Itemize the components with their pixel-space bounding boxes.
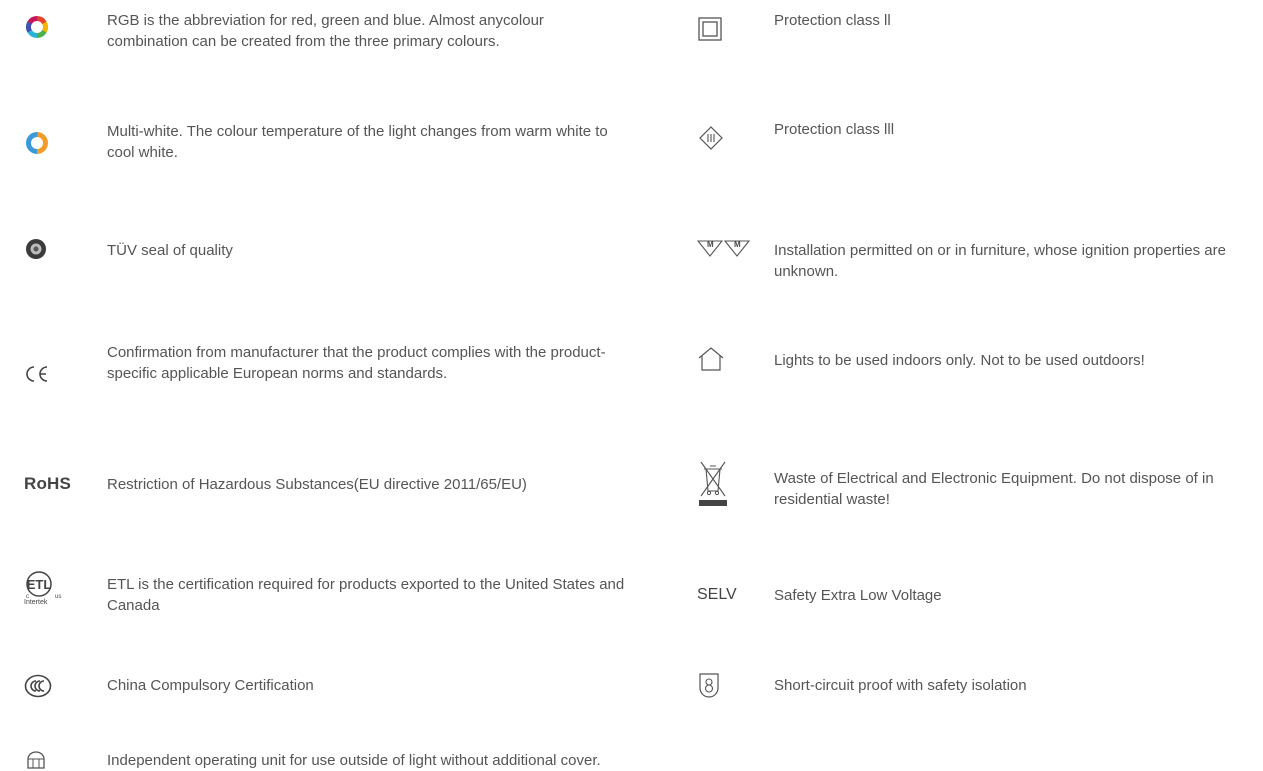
short-circuit-proof-icon [697, 671, 721, 699]
protection-class-3-icon [697, 124, 725, 152]
rgb-description: RGB is the abbreviation for red, green a… [107, 12, 544, 50]
operating-unit-description: Independent operating unit for use outsi… [107, 752, 601, 769]
protection-class-2-description: Protection class ll [774, 12, 891, 29]
weee-description: Waste of Electrical and Electronic Equip… [774, 470, 1214, 508]
etl-mark-icon: ETL us c Intertek [24, 570, 70, 610]
house-indoor-icon [697, 346, 725, 372]
weee-bin-icon [697, 458, 729, 508]
selv-description: Safety Extra Low Voltage [774, 587, 942, 604]
rohs-mark: RoHS [24, 474, 72, 493]
rgb-icon [24, 14, 50, 40]
indoor-description: Lights to be used indoors only. Not to b… [774, 352, 1145, 369]
operating-unit-icon [25, 750, 47, 770]
multi-white-description: Multi-white. The colour temperature of t… [107, 123, 608, 161]
etl-description: ETL is the certification required for pr… [107, 576, 625, 614]
ccc-description: China Compulsory Certification [107, 677, 314, 694]
ce-description: Confirmation from manufacturer that the … [107, 344, 606, 382]
protection-class-2-icon [697, 16, 723, 42]
ccc-mark-icon [24, 672, 52, 700]
selv-mark: SELV [697, 586, 737, 603]
etl-mark-sub: Intertek [24, 599, 48, 606]
furniture-mark-letter-2: M [734, 240, 741, 249]
short-circuit-description: Short-circuit proof with safety isolatio… [774, 677, 1027, 694]
ce-mark-icon [22, 363, 50, 385]
tuv-description: TÜV seal of quality [107, 242, 233, 259]
rohs-description: Restriction of Hazardous Substances(EU d… [107, 476, 527, 493]
furniture-mark-icon: M M [697, 238, 751, 258]
protection-class-3-description: Protection class lll [774, 121, 895, 138]
tuv-seal-icon [24, 237, 48, 261]
svg-text:ETL: ETL [27, 577, 52, 592]
svg-text:us: us [55, 594, 61, 600]
furniture-description: Installation permitted on or in furnitur… [774, 242, 1226, 280]
furniture-mark-letter-1: M [707, 240, 714, 249]
multi-white-icon [24, 130, 50, 156]
